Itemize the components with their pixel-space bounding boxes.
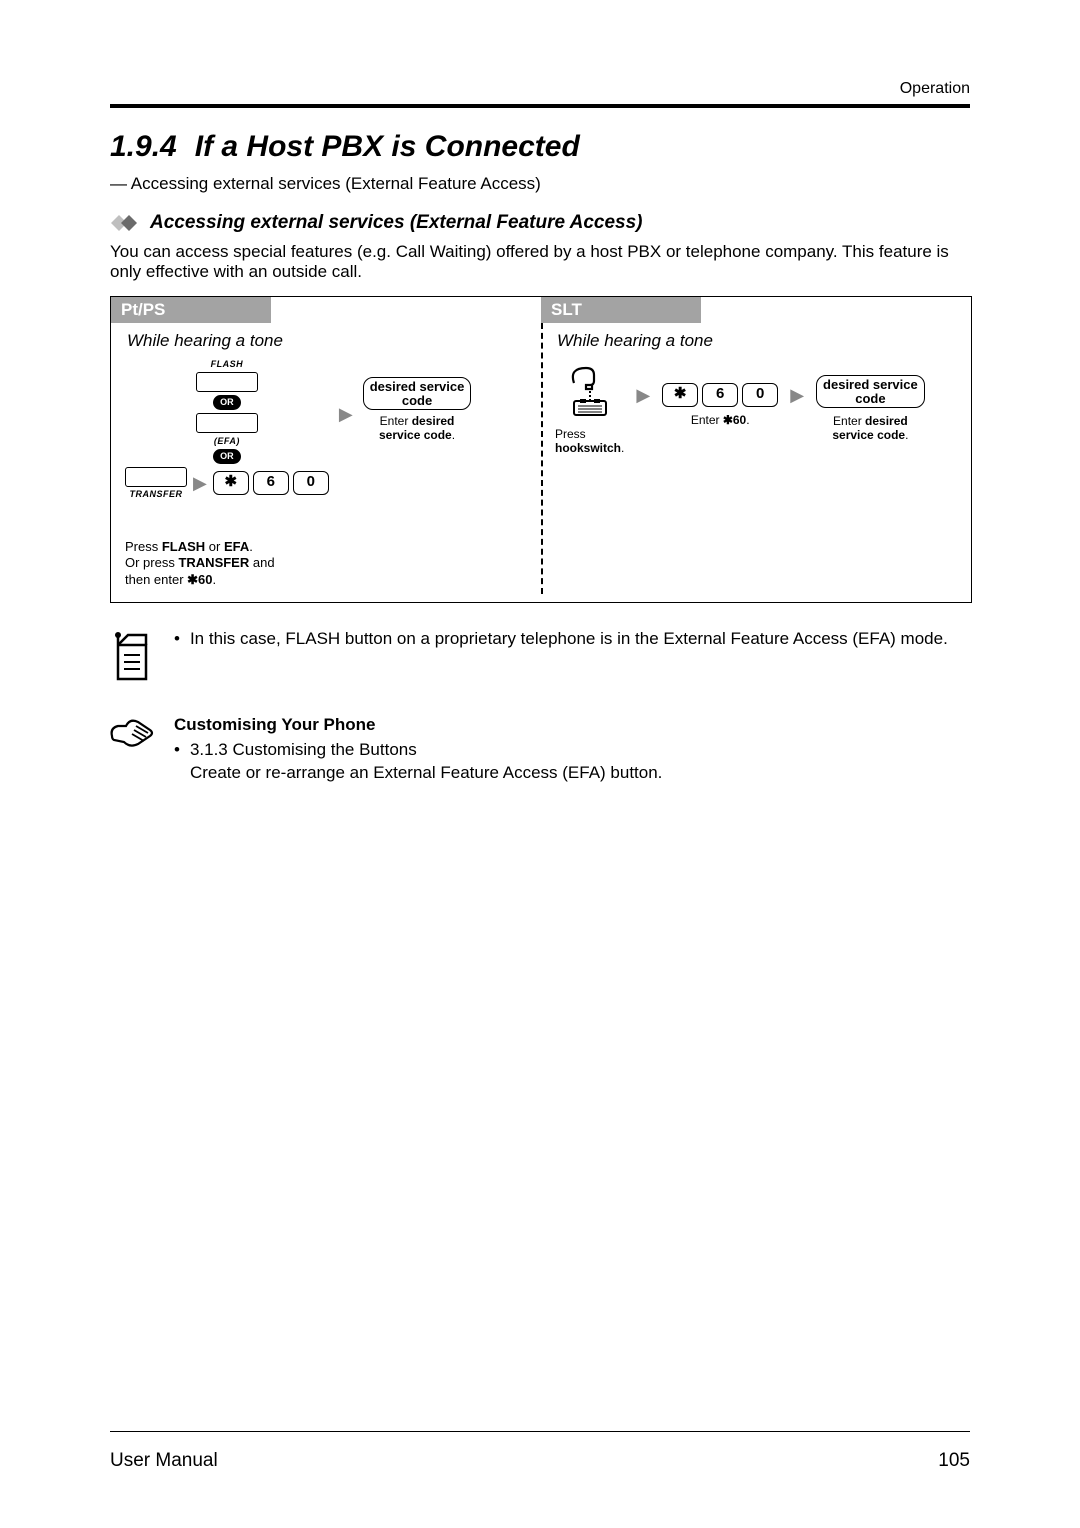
customise-block: Customising Your Phone 3.1.3 Customising…: [174, 714, 662, 785]
note-icon: [110, 631, 154, 688]
page-number: 105: [938, 1450, 970, 1472]
efa-key-icon: [196, 413, 258, 433]
flash-key-icon: [196, 372, 258, 392]
note-bullet: In this case, FLASH button on a propriet…: [174, 629, 948, 649]
slt-condition: While hearing a tone: [557, 331, 957, 351]
ptps-instruction: Press FLASH or EFA. Or press TRANSFER an…: [125, 539, 527, 588]
procedure-box: Pt/PS While hearing a tone FLASH OR (EFA…: [110, 296, 972, 603]
ptps-header: Pt/PS: [111, 297, 271, 323]
svc-line2: code: [370, 394, 465, 408]
svc-line1: desired service: [823, 378, 918, 392]
digit-star: ✱: [662, 383, 698, 407]
flash-key-label: FLASH: [211, 359, 244, 369]
service-code-box: desired service code: [816, 375, 925, 408]
slt-caption: Enter desiredservice code.: [832, 414, 908, 442]
ptps-caption: Enter desiredservice code.: [379, 414, 455, 442]
section-intro: — Accessing external services (External …: [110, 174, 970, 194]
digit-6: 6: [702, 383, 738, 407]
hookswitch-block: Presshookswitch.: [555, 365, 624, 455]
arrow-icon: ▶: [193, 473, 207, 494]
arrow-icon: ▶: [636, 385, 650, 406]
hookswitch-caption: Presshookswitch.: [555, 427, 624, 455]
running-header: Operation: [110, 80, 970, 98]
svc-line1: desired service: [370, 380, 465, 394]
efa-key-label: (EFA): [214, 436, 240, 446]
bottom-rule: [110, 1431, 970, 1432]
slt-digits-block: ✱ 6 0 Enter ✱60.: [662, 383, 778, 427]
or-pill-1: OR: [213, 395, 241, 410]
slt-service-block: desired service code Enter desiredservic…: [816, 375, 925, 442]
footer-left: User Manual: [110, 1450, 218, 1472]
hand-point-icon: [110, 716, 154, 755]
digit-0: 0: [742, 383, 778, 407]
diamond-bullet-icon: [110, 214, 140, 232]
top-rule: [110, 104, 970, 108]
or-pill-2: OR: [213, 449, 241, 464]
subsection-body: You can access special features (e.g. Ca…: [110, 242, 970, 282]
arrow-icon: ▶: [790, 385, 804, 406]
transfer-key-icon: [125, 467, 187, 487]
section-number: 1.9.4: [110, 130, 177, 163]
service-code-box: desired service code: [363, 377, 472, 410]
svc-line2: code: [823, 392, 918, 406]
slt-digits-caption: Enter ✱60.: [691, 413, 750, 427]
customise-heading: Customising Your Phone: [174, 715, 376, 734]
section-title-text: If a Host PBX is Connected: [195, 130, 580, 163]
note-text: In this case, FLASH button on a propriet…: [190, 629, 948, 649]
ptps-service-block: desired service code Enter desiredservic…: [363, 377, 472, 442]
digit-6: 6: [253, 471, 289, 495]
digit-0: 0: [293, 471, 329, 495]
subsection-title: Accessing external services (External Fe…: [150, 212, 643, 234]
customise-ref: 3.1.3 Customising the Buttons: [190, 740, 417, 759]
ptps-digit-keys: ✱ 6 0: [213, 471, 329, 495]
ptps-key-stack: FLASH OR (EFA) OR TRANSFER ▶ ✱: [125, 359, 329, 499]
phone-hookswitch-icon: [564, 365, 616, 421]
column-divider: [541, 323, 543, 594]
slt-header: SLT: [541, 297, 701, 323]
section-title: 1.9.4 If a Host PBX is Connected: [110, 130, 970, 164]
arrow-icon: ▶: [339, 404, 353, 425]
digit-star: ✱: [213, 471, 249, 495]
ptps-condition: While hearing a tone: [127, 331, 527, 351]
customise-desc: Create or re-arrange an External Feature…: [190, 763, 662, 782]
transfer-key-label: TRANSFER: [130, 489, 183, 499]
